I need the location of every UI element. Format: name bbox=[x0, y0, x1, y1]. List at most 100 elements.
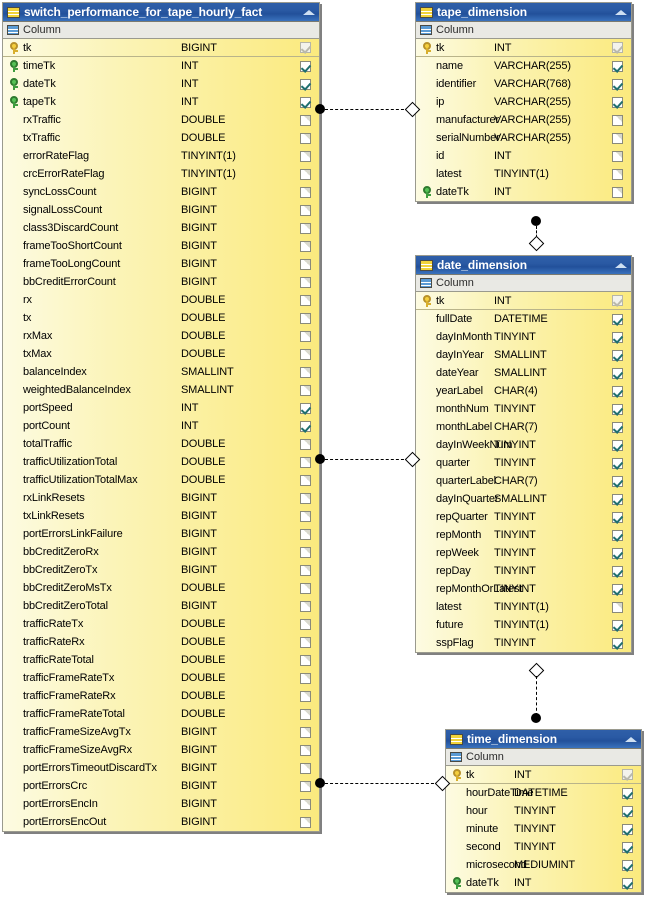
column-nullable-checkbox[interactable] bbox=[299, 672, 311, 684]
column-nullable-checkbox[interactable] bbox=[299, 546, 311, 558]
column-row[interactable]: name VARCHAR(255) bbox=[416, 57, 631, 75]
entity-titlebar[interactable]: tape_dimension bbox=[416, 3, 631, 22]
column-row[interactable]: tk BIGINT bbox=[3, 39, 319, 57]
column-group-header[interactable]: Column bbox=[416, 22, 631, 39]
column-row[interactable]: trafficUtilizationTotalMax DOUBLE bbox=[3, 471, 319, 489]
column-nullable-checkbox[interactable] bbox=[299, 276, 311, 288]
column-row[interactable]: portErrorsLinkFailure BIGINT bbox=[3, 525, 319, 543]
column-nullable-checkbox[interactable] bbox=[611, 331, 623, 343]
column-row[interactable]: monthLabel CHAR(7) bbox=[416, 418, 631, 436]
column-row[interactable]: tapeTk INT bbox=[3, 93, 319, 111]
column-row[interactable]: balanceIndex SMALLINT bbox=[3, 363, 319, 381]
column-nullable-checkbox[interactable] bbox=[611, 457, 623, 469]
column-nullable-checkbox[interactable] bbox=[299, 78, 311, 90]
column-row[interactable]: bbCreditZeroTotal BIGINT bbox=[3, 597, 319, 615]
column-row[interactable]: signalLossCount BIGINT bbox=[3, 201, 319, 219]
column-nullable-checkbox[interactable] bbox=[611, 60, 623, 72]
column-row[interactable]: future TINYINT(1) bbox=[416, 616, 631, 634]
column-nullable-checkbox[interactable] bbox=[299, 744, 311, 756]
column-row[interactable]: serialNumber VARCHAR(255) bbox=[416, 129, 631, 147]
column-nullable-checkbox[interactable] bbox=[611, 421, 623, 433]
column-row[interactable]: dayInWeekNum TINYINT bbox=[416, 436, 631, 454]
column-row[interactable]: dateTk INT bbox=[3, 75, 319, 93]
column-nullable-checkbox[interactable] bbox=[611, 583, 623, 595]
column-nullable-checkbox[interactable] bbox=[299, 294, 311, 306]
column-row[interactable]: totalTraffic DOUBLE bbox=[3, 435, 319, 453]
chevron-up-icon[interactable] bbox=[614, 259, 628, 271]
column-row[interactable]: hour TINYINT bbox=[446, 802, 641, 820]
column-row[interactable]: dayInMonth TINYINT bbox=[416, 328, 631, 346]
column-nullable-checkbox[interactable] bbox=[611, 475, 623, 487]
column-row[interactable]: tk INT bbox=[446, 766, 641, 784]
column-nullable-checkbox[interactable] bbox=[299, 762, 311, 774]
column-nullable-checkbox[interactable] bbox=[299, 366, 311, 378]
column-nullable-checkbox[interactable] bbox=[299, 708, 311, 720]
column-row[interactable]: portErrorsEncOut BIGINT bbox=[3, 813, 319, 831]
chevron-up-icon[interactable] bbox=[614, 6, 628, 18]
column-nullable-checkbox[interactable] bbox=[611, 114, 623, 126]
column-row[interactable]: trafficFrameSizeAvgRx BIGINT bbox=[3, 741, 319, 759]
column-nullable-checkbox[interactable] bbox=[611, 529, 623, 541]
column-nullable-checkbox[interactable] bbox=[299, 204, 311, 216]
column-nullable-checkbox[interactable] bbox=[299, 564, 311, 576]
column-nullable-checkbox[interactable] bbox=[299, 420, 311, 432]
column-nullable-checkbox[interactable] bbox=[299, 726, 311, 738]
column-group-header[interactable]: Column bbox=[3, 22, 319, 39]
column-row[interactable]: frameTooShortCount BIGINT bbox=[3, 237, 319, 255]
column-nullable-checkbox[interactable] bbox=[621, 841, 633, 853]
column-nullable-checkbox[interactable] bbox=[621, 877, 633, 889]
column-row[interactable]: repMonthOrLatest TINYINT bbox=[416, 580, 631, 598]
column-row[interactable]: latest TINYINT(1) bbox=[416, 165, 631, 183]
column-row[interactable]: tk INT bbox=[416, 292, 631, 310]
column-nullable-checkbox[interactable] bbox=[621, 805, 633, 817]
column-nullable-checkbox[interactable] bbox=[299, 168, 311, 180]
column-nullable-checkbox[interactable] bbox=[611, 439, 623, 451]
column-nullable-checkbox[interactable] bbox=[611, 168, 623, 180]
column-nullable-checkbox[interactable] bbox=[611, 601, 623, 613]
column-row[interactable]: txMax DOUBLE bbox=[3, 345, 319, 363]
column-row[interactable]: bbCreditZeroMsTx DOUBLE bbox=[3, 579, 319, 597]
column-row[interactable]: tk INT bbox=[416, 39, 631, 57]
column-row[interactable]: portErrorsCrc BIGINT bbox=[3, 777, 319, 795]
column-row[interactable]: timeTk INT bbox=[3, 57, 319, 75]
column-nullable-checkbox[interactable] bbox=[299, 690, 311, 702]
entity-switch-performance-for-tape-hourly-fact[interactable]: switch_performance_for_tape_hourly_fact … bbox=[2, 2, 320, 832]
column-nullable-checkbox[interactable] bbox=[611, 403, 623, 415]
chevron-up-icon[interactable] bbox=[624, 733, 638, 745]
column-nullable-checkbox[interactable] bbox=[299, 636, 311, 648]
column-row[interactable]: trafficFrameRateTx DOUBLE bbox=[3, 669, 319, 687]
column-row[interactable]: rxLinkResets BIGINT bbox=[3, 489, 319, 507]
column-nullable-checkbox[interactable] bbox=[299, 96, 311, 108]
entity-titlebar[interactable]: time_dimension bbox=[446, 730, 641, 749]
column-nullable-checkbox[interactable] bbox=[299, 312, 311, 324]
chevron-up-icon[interactable] bbox=[302, 6, 316, 18]
column-row[interactable]: rx DOUBLE bbox=[3, 291, 319, 309]
entity-tape-dimension[interactable]: tape_dimension Column tk INT name VARCHAR(2… bbox=[415, 2, 632, 202]
column-nullable-checkbox[interactable] bbox=[299, 186, 311, 198]
column-nullable-checkbox[interactable] bbox=[611, 637, 623, 649]
column-nullable-checkbox[interactable] bbox=[299, 114, 311, 126]
column-row[interactable]: trafficFrameRateRx DOUBLE bbox=[3, 687, 319, 705]
column-nullable-checkbox[interactable] bbox=[299, 348, 311, 360]
column-nullable-checkbox[interactable] bbox=[611, 78, 623, 90]
column-nullable-checkbox[interactable] bbox=[299, 510, 311, 522]
column-row[interactable]: trafficFrameRateTotal DOUBLE bbox=[3, 705, 319, 723]
entity-date-dimension[interactable]: date_dimension Column tk INT fullDate DATET… bbox=[415, 255, 632, 653]
column-row[interactable]: monthNum TINYINT bbox=[416, 400, 631, 418]
column-nullable-checkbox[interactable] bbox=[299, 654, 311, 666]
column-row[interactable]: txTraffic DOUBLE bbox=[3, 129, 319, 147]
column-row[interactable]: portCount INT bbox=[3, 417, 319, 435]
column-nullable-checkbox[interactable] bbox=[611, 186, 623, 198]
entity-titlebar[interactable]: switch_performance_for_tape_hourly_fact bbox=[3, 3, 319, 22]
column-row[interactable]: repWeek TINYINT bbox=[416, 544, 631, 562]
column-group-header[interactable]: Column bbox=[446, 749, 641, 766]
column-nullable-checkbox[interactable] bbox=[611, 96, 623, 108]
column-nullable-checkbox[interactable] bbox=[611, 313, 623, 325]
column-row[interactable]: bbCreditErrorCount BIGINT bbox=[3, 273, 319, 291]
column-nullable-checkbox[interactable] bbox=[611, 349, 623, 361]
column-row[interactable]: dateTk INT bbox=[446, 874, 641, 892]
column-row[interactable]: frameTooLongCount BIGINT bbox=[3, 255, 319, 273]
column-nullable-checkbox[interactable] bbox=[611, 132, 623, 144]
column-row[interactable]: yearLabel CHAR(4) bbox=[416, 382, 631, 400]
column-nullable-checkbox[interactable] bbox=[299, 60, 311, 72]
